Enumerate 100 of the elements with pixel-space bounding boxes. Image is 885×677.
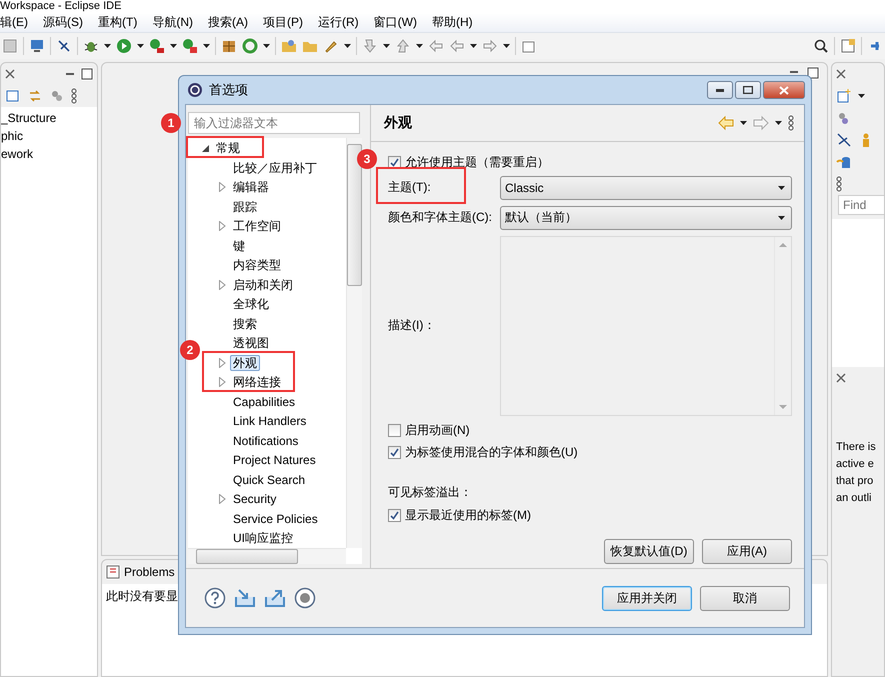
menu-item[interactable]: 导航(N) (152, 14, 193, 31)
filter-field[interactable]: 输入过滤器文本 (188, 112, 360, 134)
export-icon[interactable] (264, 587, 286, 609)
save-icon[interactable] (2, 38, 18, 54)
monitor-icon[interactable] (29, 38, 45, 54)
collapsed-arrow-icon[interactable] (218, 377, 226, 388)
folder-icon[interactable] (281, 38, 297, 54)
menu-item[interactable]: 搜索(A) (208, 14, 248, 31)
caret-icon[interactable] (740, 120, 747, 124)
menu-item[interactable]: 辑(E) (0, 14, 28, 31)
caret-icon[interactable] (203, 44, 210, 48)
menu-item[interactable]: 帮助(H) (432, 14, 473, 31)
view-menu-icon[interactable] (71, 88, 77, 104)
maximize-icon[interactable] (81, 68, 93, 80)
forward-icon[interactable] (482, 38, 498, 54)
tree-item[interactable]: 比较／应用补丁 (230, 160, 320, 176)
cancel-button[interactable]: 取消 (700, 586, 790, 610)
caret-icon[interactable] (858, 94, 865, 98)
color-theme-dropdown[interactable]: 默认（当前） (500, 206, 792, 230)
caret-icon[interactable] (137, 44, 144, 48)
page-title: 外观 (384, 114, 412, 132)
scrollbar[interactable] (346, 138, 362, 548)
collapsed-arrow-icon[interactable] (218, 221, 226, 232)
tree-item[interactable]: 常规 (213, 140, 243, 156)
checkbox[interactable]: 显示最近使用的标签(M) (388, 504, 792, 526)
tree-item[interactable]: Notifications (230, 432, 302, 449)
tree-item[interactable]: 搜索 (230, 316, 260, 332)
tree-item[interactable]: 网络连接 (230, 374, 284, 390)
caret-icon[interactable] (344, 44, 351, 48)
search-icon[interactable] (813, 38, 829, 54)
caret-icon[interactable] (470, 44, 477, 48)
tree-item[interactable]: phic (1, 129, 97, 143)
tree-item[interactable]: Link Handlers (230, 413, 310, 430)
minimize-button[interactable] (707, 81, 733, 99)
checkbox[interactable]: 为标签使用混合的字体和颜色(U) (388, 442, 792, 464)
caret-icon[interactable] (775, 120, 782, 124)
menu-item[interactable]: 源码(S) (43, 14, 83, 31)
collapsed-arrow-icon[interactable] (218, 358, 226, 368)
tree-item[interactable]: 外观 (230, 354, 260, 371)
view-menu-icon[interactable] (836, 176, 842, 192)
apply-button[interactable]: 应用(A) (702, 538, 792, 564)
annotation-down-icon[interactable] (362, 38, 378, 54)
help-icon[interactable] (204, 587, 226, 609)
apply-and-close-button[interactable]: 应用并关闭 (602, 586, 692, 610)
tree-item[interactable]: 编辑器 (230, 179, 272, 196)
tree-item[interactable]: Service Policies (230, 510, 321, 527)
gear-icon (187, 82, 203, 98)
theme-dropdown[interactable]: Classic (500, 176, 792, 200)
color-theme-label: 颜色和字体主题(C): (388, 209, 492, 226)
collapsed-arrow-icon[interactable] (218, 494, 226, 504)
tree-item[interactable]: 键 (230, 238, 248, 254)
maximize-button[interactable] (735, 81, 761, 99)
tree-item[interactable]: _Structure (1, 111, 97, 125)
tree-item[interactable]: 工作空间 (230, 218, 284, 234)
collapsed-arrow-icon[interactable] (218, 182, 226, 192)
menu-item[interactable]: 运行(R) (318, 14, 359, 31)
tree-item[interactable]: ework (1, 147, 97, 161)
tree-item[interactable]: 全球化 (230, 296, 272, 312)
caret-icon[interactable] (170, 44, 177, 48)
tree-item[interactable]: Quick Search (230, 472, 308, 488)
perspective-icon[interactable] (840, 38, 856, 54)
tree-item[interactable]: 启动和关闭 (230, 276, 296, 293)
new-task-icon[interactable] (836, 88, 852, 104)
back-icon[interactable] (428, 38, 444, 54)
menu-item[interactable]: 项目(P) (263, 14, 303, 31)
menu-item[interactable]: 重构(T) (98, 14, 138, 31)
collapsed-arrow-icon[interactable] (218, 280, 226, 290)
menu-item[interactable]: 窗口(W) (374, 14, 417, 31)
caret-icon[interactable] (383, 44, 390, 48)
dialog-title: 首选项 (209, 80, 248, 99)
record-icon[interactable] (294, 587, 316, 609)
restore-defaults-button[interactable]: 恢复默认值(D) (604, 538, 694, 564)
tree-item[interactable]: Capabilities (230, 394, 298, 410)
maximize-icon[interactable] (807, 67, 819, 79)
caret-icon[interactable] (104, 44, 111, 48)
caret-icon[interactable] (503, 44, 510, 48)
scrollbar[interactable] (188, 548, 346, 564)
caret-icon[interactable] (263, 44, 270, 48)
checkbox[interactable]: 启用动画(N) (388, 420, 792, 442)
view-menu-icon[interactable] (788, 114, 794, 130)
close-icon[interactable] (836, 373, 846, 383)
tree-item[interactable]: 跟踪 (230, 198, 260, 215)
caret-icon[interactable] (416, 44, 423, 48)
tree-item[interactable]: Security (230, 491, 280, 508)
close-button[interactable] (763, 81, 805, 99)
annotation-up-icon[interactable] (395, 38, 411, 54)
find-field[interactable]: Find (838, 195, 884, 215)
package-icon[interactable] (221, 38, 237, 54)
view-tab[interactable]: Problems (124, 565, 175, 579)
tree-item[interactable]: 透视图 (230, 335, 272, 352)
tree-item[interactable]: 内容类型 (230, 257, 284, 274)
close-icon[interactable] (5, 69, 15, 79)
close-icon[interactable] (836, 69, 846, 79)
import-icon[interactable] (234, 587, 256, 609)
back-icon[interactable] (449, 38, 465, 54)
expanded-arrow-icon[interactable] (202, 144, 208, 152)
run-icon[interactable] (116, 38, 132, 54)
collapse-icon[interactable] (5, 88, 21, 104)
tree-item[interactable]: UI响应监控 (230, 530, 296, 546)
tree-item[interactable]: Project Natures (230, 452, 319, 468)
